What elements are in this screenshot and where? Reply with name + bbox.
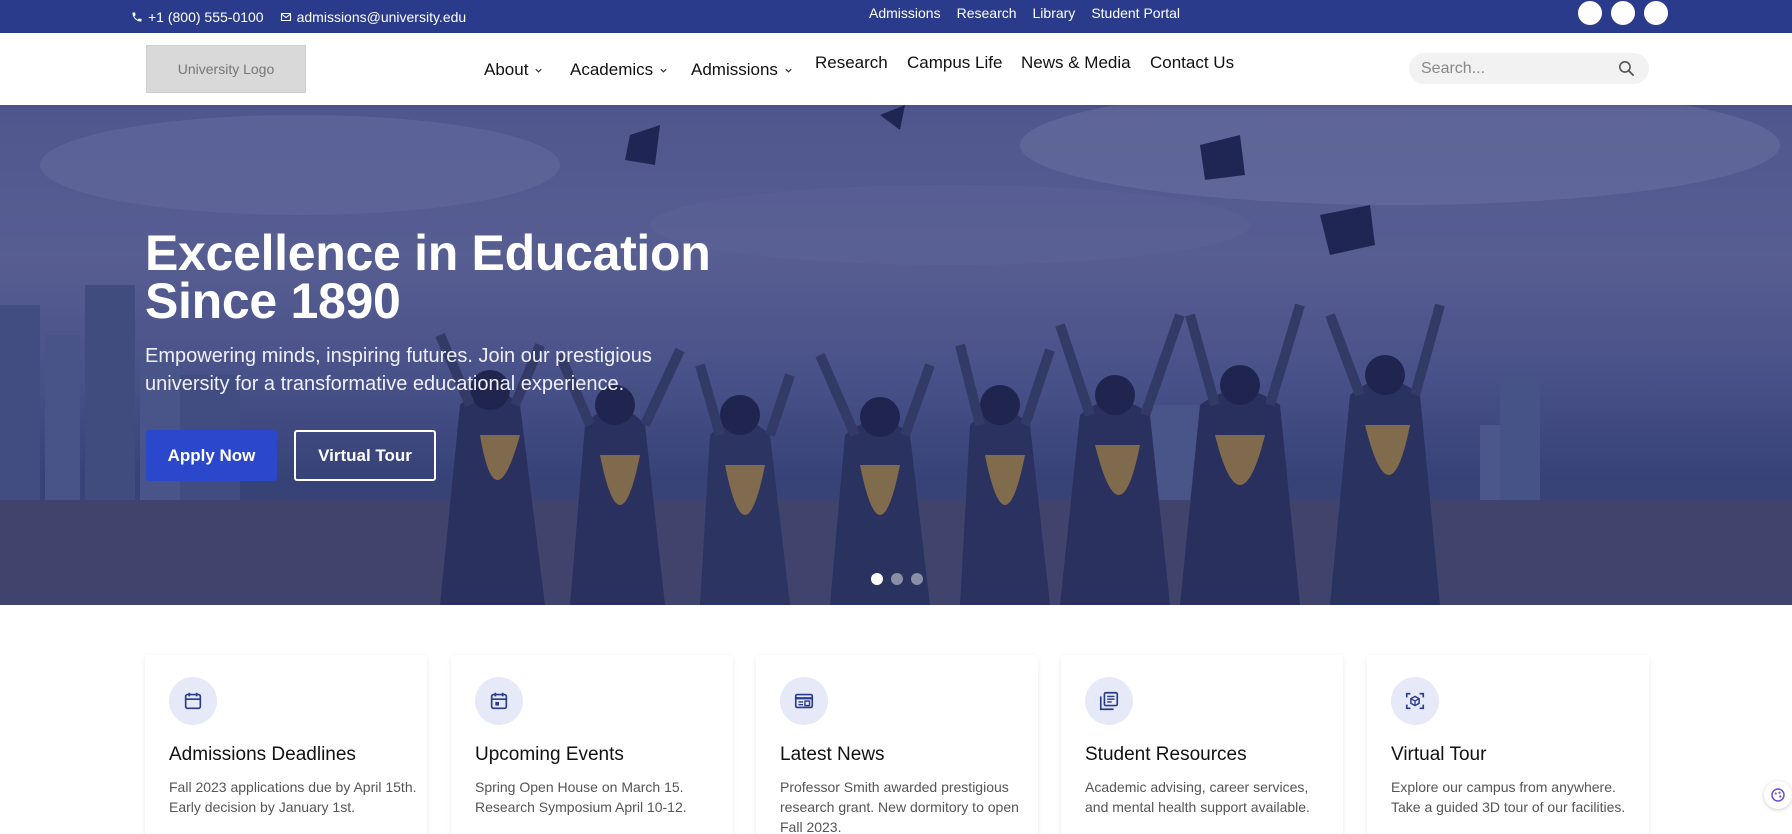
email-contact[interactable]: admissions@university.edu	[280, 8, 467, 25]
social-icon[interactable]	[1644, 1, 1668, 25]
quick-link-research[interactable]: Research	[957, 5, 1017, 21]
nav-item-campus-life[interactable]: Campus Life	[907, 53, 1002, 73]
phone-number: +1 (800) 555-0100	[148, 8, 264, 25]
carousel-dot[interactable]	[871, 573, 883, 585]
quick-link-admissions[interactable]: Admissions	[869, 5, 941, 21]
hero-banner: Excellence in Education Since 1890 Empow…	[0, 105, 1792, 605]
nav-item-news-media[interactable]: News & Media	[1021, 53, 1131, 73]
card-upcoming-events[interactable]: Upcoming Events Spring Open House on Mar…	[451, 655, 733, 834]
card-admissions-deadlines[interactable]: Admissions Deadlines Fall 2023 applicati…	[145, 655, 427, 834]
university-logo[interactable]: University Logo	[146, 45, 306, 93]
nav-label: Research	[815, 53, 888, 72]
card-title: Virtual Tour	[1391, 744, 1487, 765]
carousel-dot[interactable]	[911, 573, 923, 585]
info-cards: Admissions Deadlines Fall 2023 applicati…	[145, 655, 1651, 834]
carousel-dots	[871, 573, 923, 585]
newspaper-icon	[794, 693, 814, 709]
quick-links: Admissions Research Library Student Port…	[869, 0, 1180, 26]
hero-title-line: Excellence in Education	[145, 225, 711, 281]
nav-item-about[interactable]: About	[484, 60, 543, 80]
apply-now-button[interactable]: Apply Now	[146, 430, 277, 481]
card-title: Latest News	[780, 744, 885, 765]
card-latest-news[interactable]: Latest News Professor Smith awarded pres…	[756, 655, 1038, 834]
card-icon-container	[1085, 677, 1133, 725]
quick-link-library[interactable]: Library	[1033, 5, 1076, 21]
card-text: Professor Smith awarded prestigious rese…	[780, 779, 1019, 834]
virtual-tour-button[interactable]: Virtual Tour	[294, 430, 436, 481]
search-input[interactable]	[1421, 59, 1611, 78]
card-title: Admissions Deadlines	[169, 744, 356, 765]
card-title: Upcoming Events	[475, 744, 624, 765]
card-student-resources[interactable]: Student Resources Academic advising, car…	[1061, 655, 1343, 834]
card-text: Fall 2023 applications due by April 15th…	[169, 779, 417, 815]
hero-title-line: Since 1890	[145, 273, 401, 329]
hero-subtitle: Empowering minds, inspiring futures. Joi…	[145, 345, 652, 395]
mail-icon	[280, 12, 291, 21]
library-icon	[1099, 691, 1119, 711]
card-icon-container	[475, 677, 523, 725]
nav-label: Contact Us	[1150, 53, 1235, 72]
nav-item-research[interactable]: Research	[815, 53, 888, 73]
chevron-down-icon	[660, 68, 667, 73]
search-box	[1409, 53, 1649, 84]
card-icon-container	[780, 677, 828, 725]
hero-buttons: Apply Now Virtual Tour	[146, 430, 436, 481]
phone-icon	[132, 12, 142, 21]
carousel-dot[interactable]	[891, 573, 903, 585]
card-icon-container	[169, 677, 217, 725]
card-virtual-tour[interactable]: Virtual Tour Explore our campus from any…	[1367, 655, 1649, 834]
hero-title: Excellence in Education Since 1890	[145, 225, 785, 329]
card-text: Academic advising, career services, and …	[1085, 779, 1310, 815]
main-header: University Logo About Academics Admissio…	[0, 33, 1792, 105]
top-utility-bar: +1 (800) 555-0100 admissions@university.…	[0, 0, 1792, 33]
palette-icon	[1771, 788, 1785, 802]
nav-label: About	[484, 60, 529, 79]
search-icon[interactable]	[1617, 59, 1636, 78]
card-text: Explore our campus from anywhere. Take a…	[1391, 779, 1626, 815]
contact-info: +1 (800) 555-0100 admissions@university.…	[131, 0, 466, 33]
360-view-icon	[1405, 692, 1425, 710]
card-text: Spring Open House on March 15. Research …	[475, 779, 687, 815]
nav-item-academics[interactable]: Academics	[570, 60, 668, 80]
social-icon[interactable]	[1578, 1, 1602, 25]
nav-item-admissions[interactable]: Admissions	[691, 60, 793, 80]
social-links	[1578, 1, 1668, 25]
calendar-event-icon	[490, 692, 508, 710]
calendar-icon	[184, 692, 202, 710]
email-address: admissions@university.edu	[296, 8, 467, 25]
chevron-down-icon	[785, 68, 792, 73]
nav-label: News & Media	[1021, 53, 1131, 72]
card-icon-container	[1391, 677, 1439, 725]
social-icon[interactable]	[1611, 1, 1635, 25]
floating-widget-button[interactable]	[1764, 781, 1792, 809]
hero-content: Excellence in Education Since 1890 Empow…	[145, 225, 785, 398]
phone-contact[interactable]: +1 (800) 555-0100	[131, 9, 264, 25]
nav-label: Admissions	[691, 60, 778, 79]
card-title: Student Resources	[1085, 744, 1247, 765]
nav-item-contact[interactable]: Contact Us	[1150, 53, 1234, 73]
chevron-down-icon	[535, 68, 543, 73]
nav-label: Campus Life	[907, 53, 1003, 72]
nav-label: Academics	[570, 60, 654, 79]
quick-link-student-portal[interactable]: Student Portal	[1091, 5, 1180, 21]
